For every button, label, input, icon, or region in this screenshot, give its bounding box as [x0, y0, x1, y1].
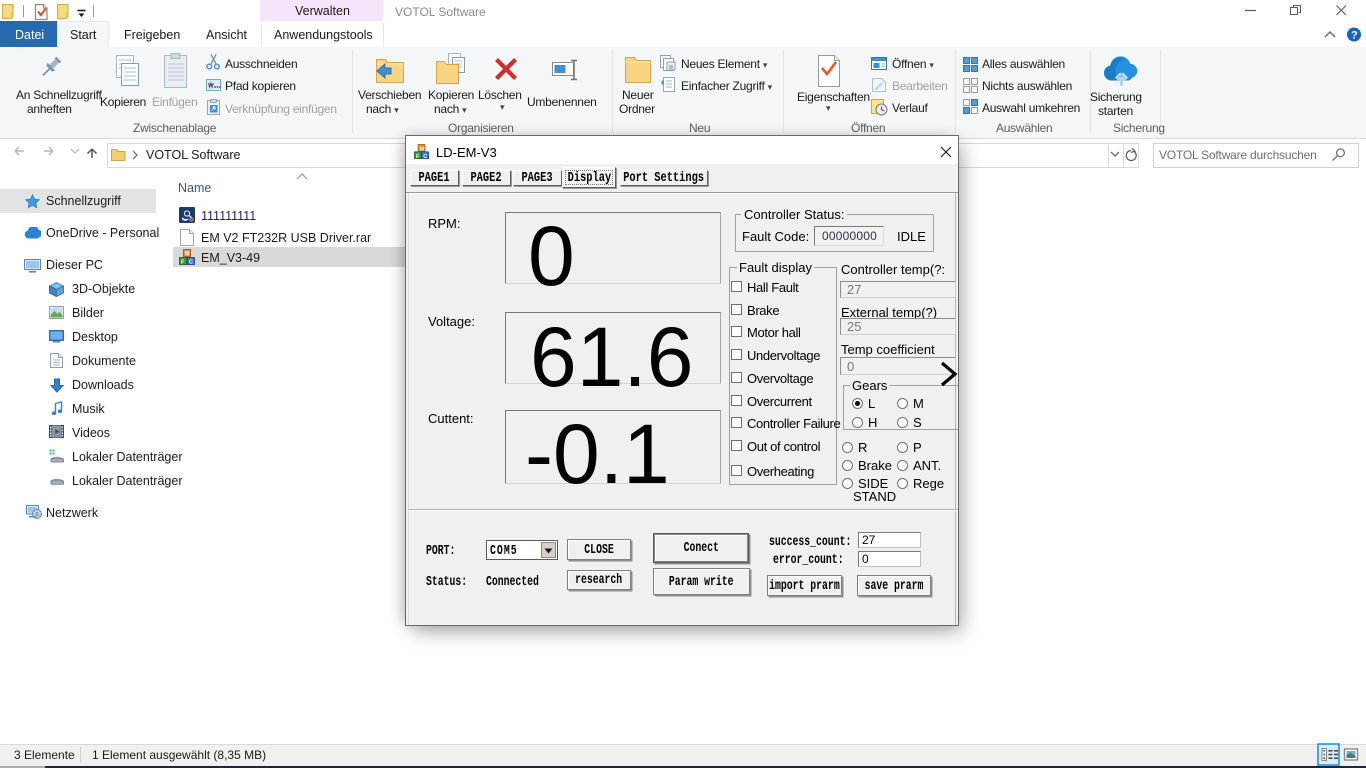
svg-text:C: C: [423, 154, 427, 159]
svg-text:M: M: [185, 252, 189, 258]
svg-text:?: ?: [1351, 30, 1358, 42]
svg-text:C: C: [189, 260, 193, 266]
svg-text:M: M: [420, 146, 425, 152]
